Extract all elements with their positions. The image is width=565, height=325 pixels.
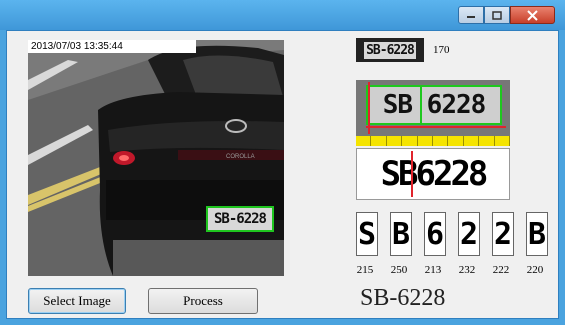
app-window: COROLLA 2013/07/03 13:35:44 SB-6228 SB-6… (0, 0, 565, 325)
char-glyph: 2 (492, 212, 514, 256)
source-image: COROLLA 2013/07/03 13:35:44 SB-6228 (28, 40, 284, 276)
car-badge: COROLLA (226, 154, 255, 160)
left-edge-line (368, 82, 370, 134)
close-icon (527, 9, 538, 21)
char-score: 232 (458, 264, 476, 276)
char-glyph: S (356, 212, 378, 256)
segment-line (420, 85, 422, 125)
minimize-button[interactable] (458, 6, 484, 24)
split-marker (411, 151, 413, 197)
recognized-plate-result: SB-6228 (360, 285, 446, 311)
close-button[interactable] (510, 6, 555, 24)
process-button[interactable]: Process (148, 288, 258, 314)
detected-plate-text: SB-6228 (208, 208, 272, 230)
minimize-icon (467, 16, 475, 18)
char-score: 215 (356, 264, 374, 276)
plate-crop-text: SB 6228 (366, 85, 502, 125)
timestamp-label: 2013/07/03 13:35:44 (28, 40, 196, 53)
char-score: 250 (390, 264, 408, 276)
plate-detection-box: SB-6228 (206, 206, 274, 232)
select-image-button[interactable]: Select Image (28, 288, 126, 314)
plate-thumbnail-score: 170 (433, 44, 450, 56)
segmented-characters: S 215 B 250 6 213 2 232 2 222 B 220 (354, 212, 559, 282)
char-glyph: B (390, 212, 412, 256)
projection-bar (356, 136, 511, 146)
char-score: 220 (526, 264, 544, 276)
binary-plate-text: SB6228 (380, 154, 489, 194)
plate-thumbnail-text: SB-6228 (364, 41, 416, 59)
title-bar (0, 0, 565, 30)
car-photo: COROLLA (28, 40, 284, 276)
baseline-line (366, 126, 506, 128)
char-glyph: 2 (458, 212, 480, 256)
char-glyph: B (526, 212, 548, 256)
maximize-button[interactable] (484, 6, 510, 24)
char-score: 213 (424, 264, 442, 276)
maximize-icon (492, 10, 502, 20)
char-glyph: 6 (424, 212, 446, 256)
binary-plate: SB6228 (356, 148, 510, 200)
plate-thumbnail: SB-6228 (356, 38, 424, 62)
char-score: 222 (492, 264, 510, 276)
